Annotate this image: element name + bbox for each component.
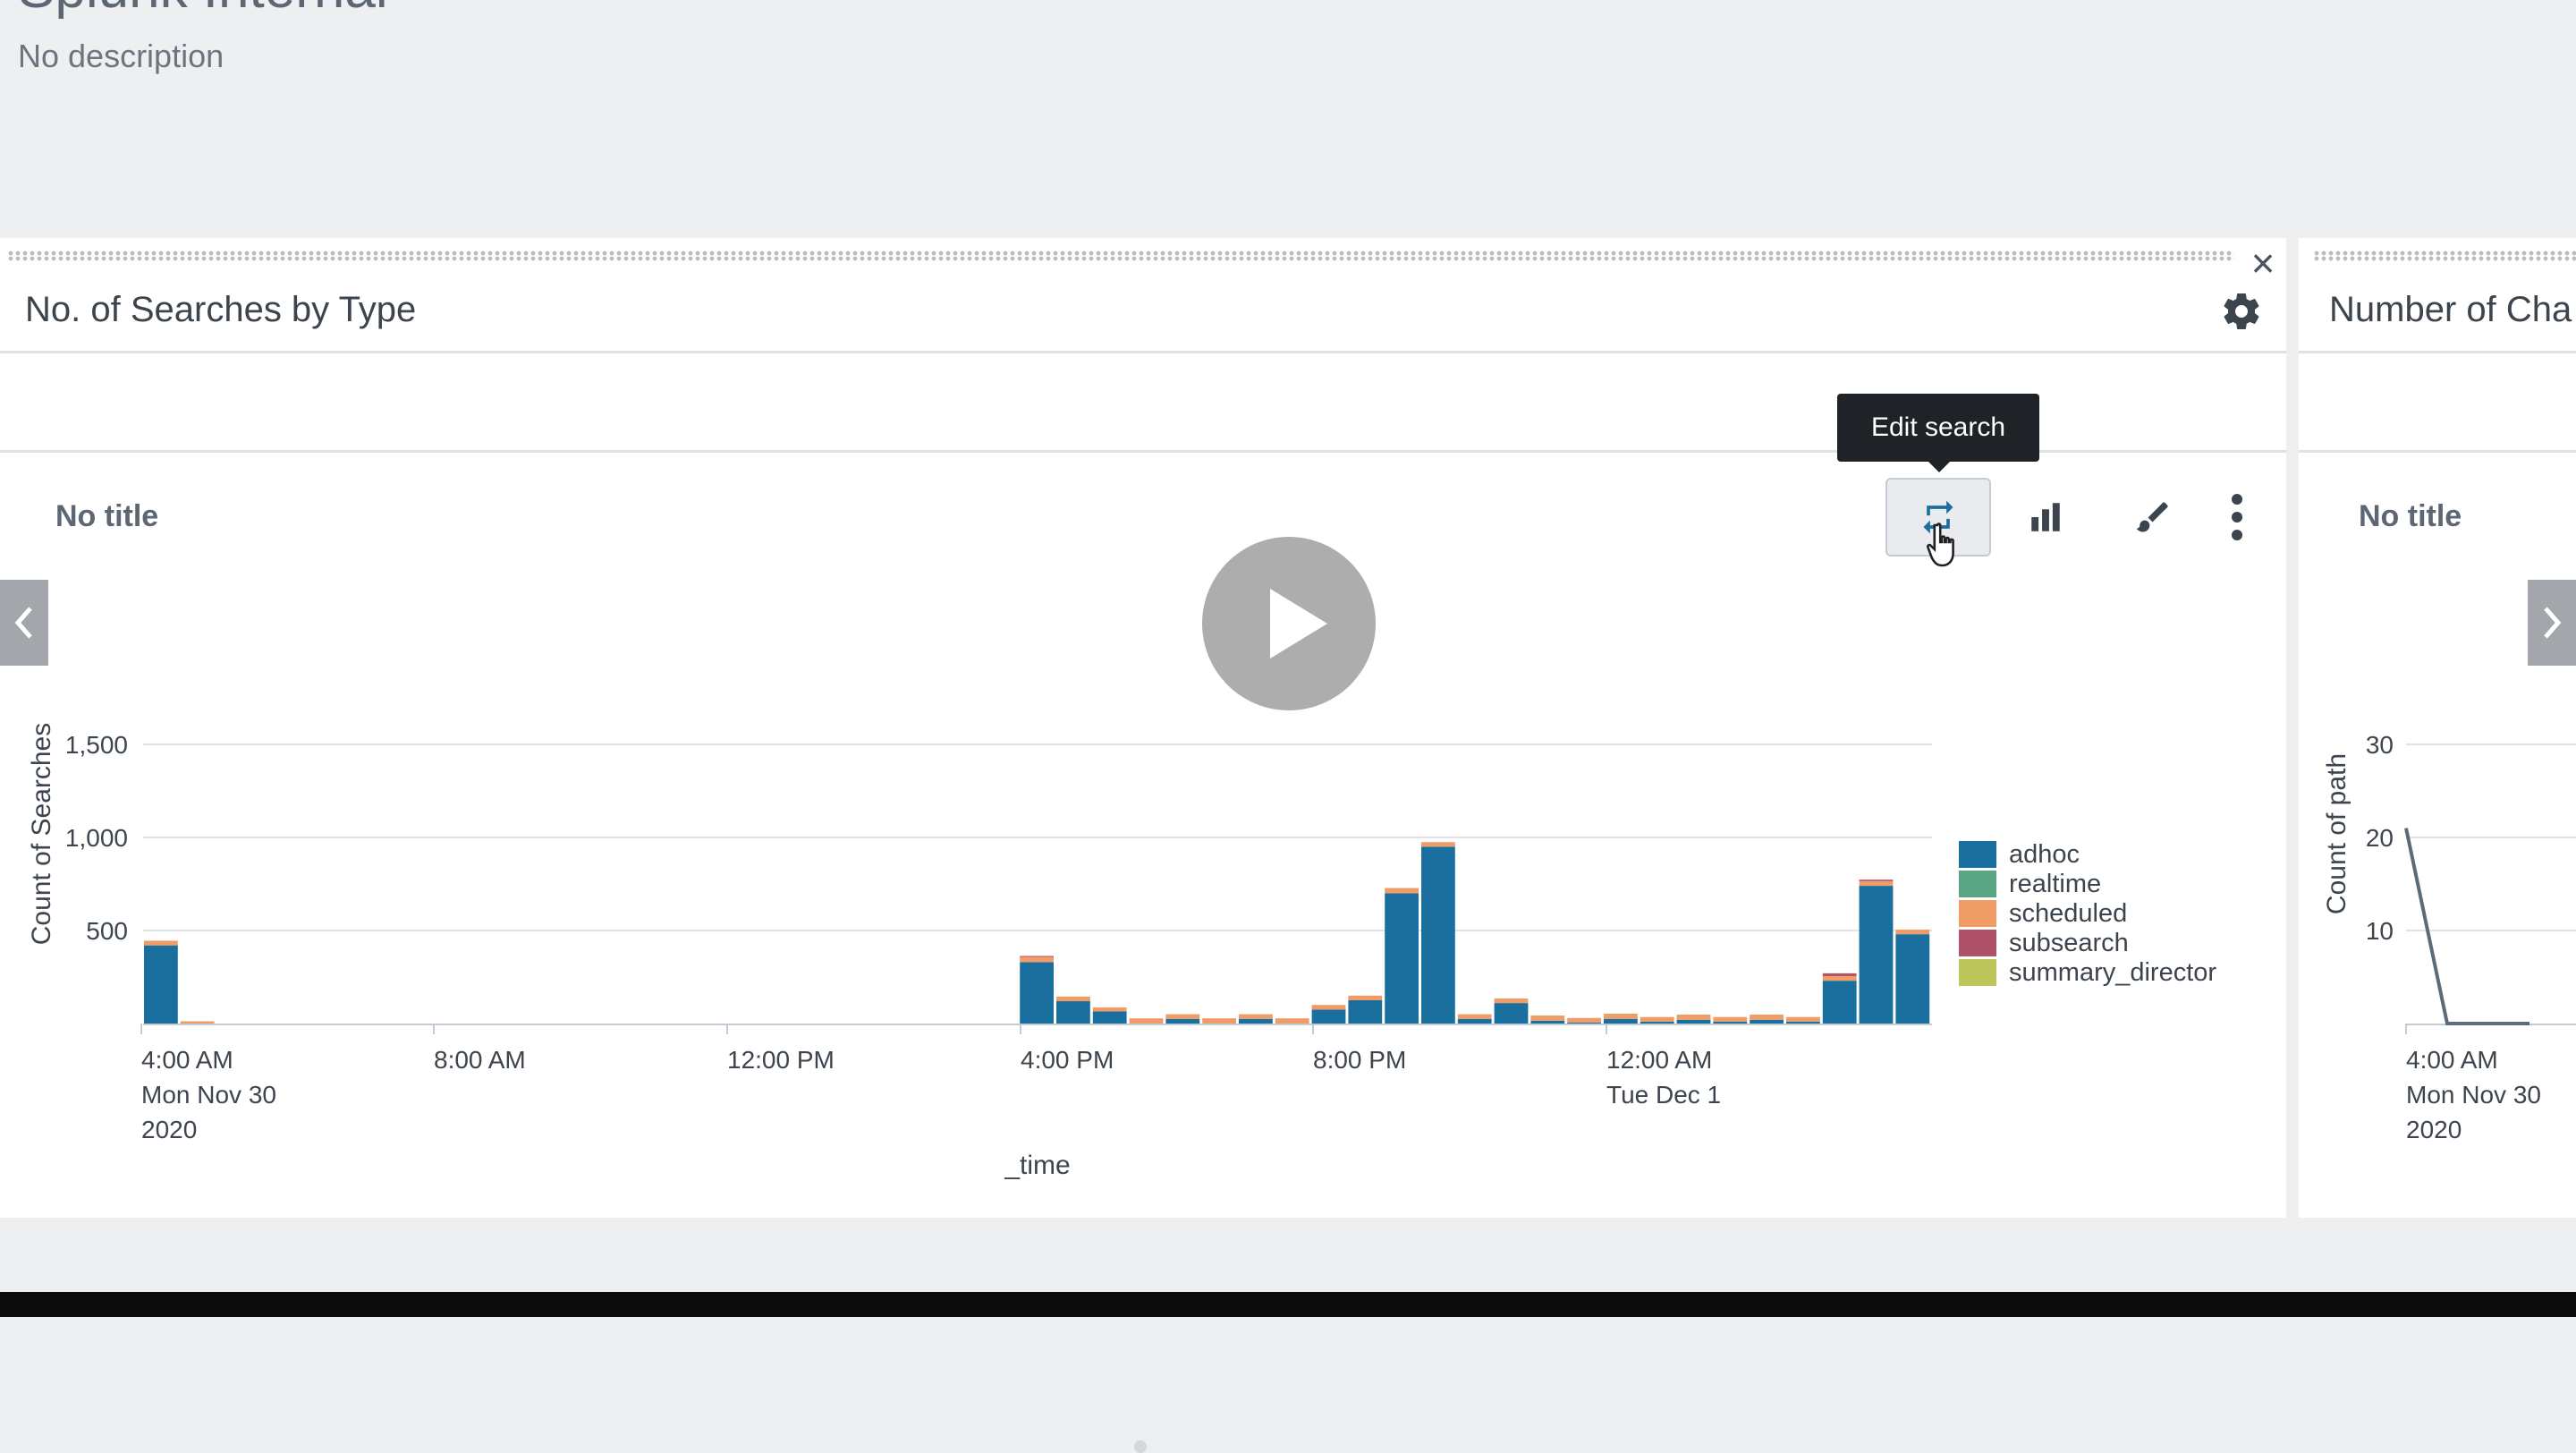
path-count-chart: 10 20 30 4:00 AM Mon Nov 30 2020 Count of path — [2322, 731, 2576, 1143]
bar-scheduled — [180, 1021, 215, 1024]
dashboard-panel: × No. of Searches by Type No title Edit … — [0, 238, 2286, 1453]
play-icon — [1270, 589, 1327, 659]
bar-scheduled — [1676, 1015, 1711, 1020]
bar-adhoc — [1859, 886, 1894, 1024]
x-tick-label: 8:00 AM — [434, 1046, 526, 1074]
legend-swatch-subsearch — [1959, 930, 1996, 956]
x-axis-title: _time — [1004, 1151, 1070, 1180]
y-tick-label: 20 — [2366, 824, 2394, 852]
line-series-path — [2404, 828, 2529, 1025]
y-tick-label: 1,000 — [65, 824, 128, 852]
bar-adhoc — [1311, 1009, 1346, 1024]
y-tick-label: 30 — [2366, 731, 2394, 759]
bar-adhoc — [1165, 1018, 1200, 1024]
bar-scheduled — [1385, 888, 1419, 894]
searches-by-type-chart: 500 1,000 1,500 4:00 AM Mon Nov 30 2020 8:00 A… — [27, 723, 2216, 1180]
bar-adhoc — [1348, 1000, 1383, 1024]
bar-scheduled — [1713, 1016, 1748, 1022]
legend-label: subsearch — [2009, 929, 2129, 957]
y-tick-label: 10 — [2366, 917, 2394, 945]
x-tick-label: 2020 — [2406, 1116, 2462, 1143]
y-tick-label: 500 — [86, 917, 128, 945]
bar-subsearch — [1822, 973, 1857, 976]
bar-adhoc — [1385, 893, 1419, 1024]
bar-scheduled — [1494, 998, 1529, 1004]
legend-swatch-adhoc — [1959, 841, 1996, 868]
bar-adhoc — [144, 945, 178, 1024]
bar-scheduled — [1202, 1018, 1236, 1024]
x-tick-label: 8:00 PM — [1313, 1046, 1406, 1074]
bar-scheduled — [1567, 1017, 1601, 1023]
bar-adhoc — [1604, 1018, 1638, 1024]
bar-scheduled — [1056, 996, 1090, 1002]
legend-label: scheduled — [2009, 899, 2127, 928]
x-tick-label: 4:00 AM — [141, 1046, 233, 1074]
chevron-left-icon — [14, 607, 32, 639]
y-axis-title: Count of path — [2322, 753, 2351, 914]
play-button[interactable] — [1202, 537, 1376, 710]
bar-adhoc — [1457, 1018, 1492, 1024]
dashboard-header: Splunk Internal No description — [0, 0, 2576, 233]
next-button[interactable] — [2528, 580, 2576, 666]
bar-scheduled — [1859, 880, 1894, 887]
dashboard-description: No description — [18, 38, 225, 74]
y-tick-label: 1,500 — [65, 731, 128, 759]
bar-scheduled — [1020, 956, 1054, 963]
bar-scheduled — [1822, 975, 1857, 981]
legend-swatch-realtime — [1959, 871, 1996, 897]
bar-adhoc — [1530, 1020, 1565, 1024]
previous-button[interactable] — [0, 580, 48, 666]
legend-swatch-summary_director — [1959, 959, 1996, 986]
bar-adhoc — [1092, 1011, 1127, 1024]
bar-adhoc — [1713, 1021, 1748, 1024]
bar-scheduled — [1239, 1014, 1273, 1019]
legend-label: realtime — [2009, 870, 2101, 898]
bar-scheduled — [1750, 1015, 1784, 1020]
bar-scheduled — [1421, 842, 1455, 847]
bar-scheduled — [1092, 1007, 1127, 1012]
bar-adhoc — [1056, 1001, 1090, 1024]
bar-adhoc — [1567, 1022, 1601, 1024]
bar-scheduled — [1530, 1015, 1565, 1021]
y-axis-title: Count of Searches — [27, 723, 56, 945]
bar-subsearch — [1859, 879, 1894, 881]
bar-adhoc — [1750, 1019, 1784, 1024]
bar-adhoc — [1421, 846, 1455, 1024]
x-tick-label: Mon Nov 30 — [141, 1081, 276, 1109]
bar-adhoc — [1239, 1018, 1273, 1024]
legend-label: adhoc — [2009, 840, 2080, 869]
video-bottom-bar — [0, 1292, 2576, 1317]
dashboard-panel-2: Number of Cha No title 10 20 30 4:00 AM Mon … — [2299, 238, 2576, 1218]
bar-scheduled — [1275, 1018, 1309, 1024]
legend-swatch-scheduled — [1959, 900, 1996, 927]
bar-scheduled — [144, 940, 178, 946]
x-tick-label: 12:00 AM — [1606, 1046, 1712, 1074]
bar-scheduled — [1604, 1013, 1638, 1019]
bar-scheduled — [1895, 929, 1930, 935]
bar-adhoc — [1786, 1021, 1820, 1024]
bar-scheduled — [1786, 1016, 1820, 1022]
bar-adhoc — [1640, 1021, 1674, 1024]
x-tick-label: 2020 — [141, 1116, 197, 1143]
x-tick-label: Mon Nov 30 — [2406, 1081, 2541, 1109]
bar-adhoc — [1494, 1003, 1529, 1024]
bar-scheduled — [1348, 995, 1383, 1000]
x-tick-label: 4:00 PM — [1021, 1046, 1114, 1074]
dashboard-title: Splunk Internal — [18, 0, 388, 21]
x-tick-label: 4:00 AM — [2406, 1046, 2498, 1074]
bar-adhoc — [1020, 962, 1054, 1024]
bar-scheduled — [1311, 1005, 1346, 1010]
bar-adhoc — [1895, 934, 1930, 1024]
bar-scheduled — [1165, 1014, 1200, 1019]
bar-scheduled — [1457, 1014, 1492, 1019]
legend-label: summary_director — [2009, 958, 2216, 987]
chevron-right-icon — [2544, 607, 2562, 639]
pager-dot[interactable] — [1134, 1440, 1147, 1453]
x-tick-label: 12:00 PM — [727, 1046, 835, 1074]
bar-scheduled — [1640, 1016, 1674, 1022]
bar-adhoc — [1822, 981, 1857, 1024]
bar-adhoc — [1676, 1019, 1711, 1024]
bar-scheduled — [1129, 1018, 1164, 1024]
x-tick-label: Tue Dec 1 — [1606, 1081, 1721, 1109]
